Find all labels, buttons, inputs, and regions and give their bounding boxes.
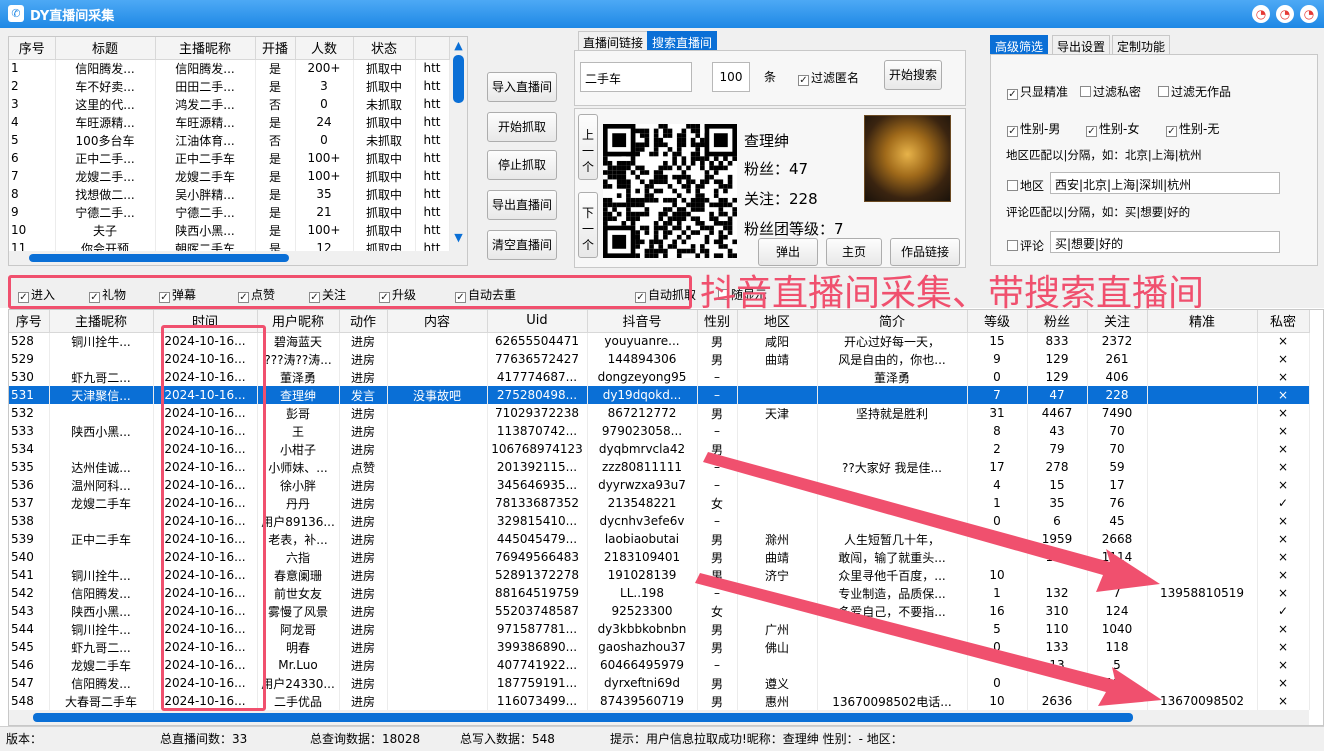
arrow-2 <box>695 573 1162 706</box>
status-bar: 版本： 总直播间数：33 总查询数据：18028 总写入数据：548 提示：用户… <box>0 726 1324 751</box>
status-total-write: 总写入数据：548 <box>460 732 555 746</box>
status-total-query: 总查询数据：18028 <box>310 732 421 746</box>
status-hint: 提示：用户信息拉取成功!昵称：查理绅 性别：- 地区： <box>610 732 903 746</box>
status-version: 版本： <box>6 732 43 746</box>
status-total-rooms: 总直播间数：33 <box>160 732 248 746</box>
annotation-arrows <box>695 452 1162 706</box>
arrow-1 <box>703 452 1160 592</box>
